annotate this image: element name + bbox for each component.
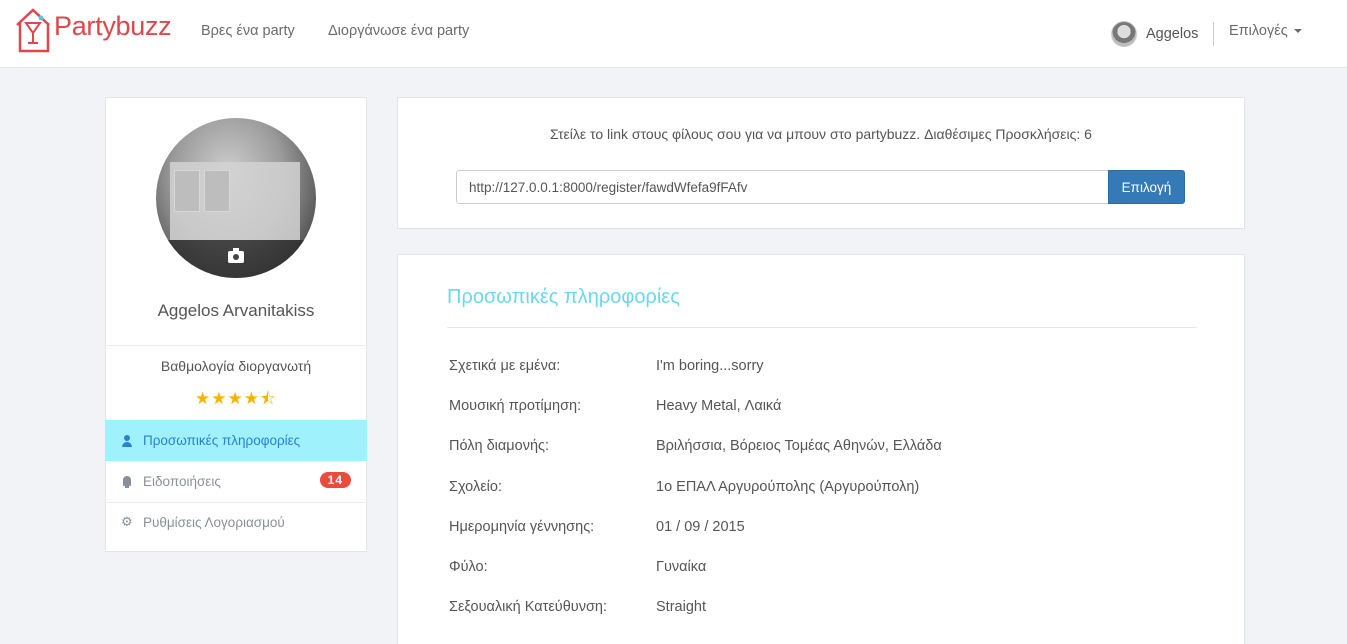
info-value: Βριλήσσια, Βόρειος Τομέας Αθηνών, Ελλάδα <box>656 438 942 454</box>
select-link-button[interactable]: Επιλογή <box>1108 170 1185 204</box>
info-label: Ημερομηνία γέννησης: <box>449 519 595 535</box>
info-row-about: Σχετικά με εμένα: I'm boring...sorry <box>449 358 764 374</box>
rating-stars: ★★★★⯪ <box>194 389 278 409</box>
rating-label: Βαθμολογία διοργανωτή <box>160 358 312 374</box>
nav-find-party-link[interactable]: Βρες ένα party <box>201 23 295 39</box>
info-row-city: Πόλη διαμονής: Βριλήσσια, Βόρειος Τομέας… <box>449 438 942 454</box>
notification-count-badge: 14 <box>319 472 351 488</box>
nav-divider <box>1213 22 1214 46</box>
info-value: 01 / 09 / 2015 <box>656 519 745 535</box>
info-row-orientation: Σεξουαλική Κατεύθυνση: Straight <box>449 599 706 615</box>
info-value: Heavy Metal, Λαικά <box>656 398 782 414</box>
info-row-birthdate: Ημερομηνία γέννησης: 01 / 09 / 2015 <box>449 519 745 535</box>
section-title: Προσωπικές πληροφορίες <box>447 286 680 308</box>
gear-icon: ⚙ <box>121 514 133 530</box>
brand-logo[interactable]: Partybuzz <box>14 5 172 53</box>
nav-user-name: Aggelos <box>1146 26 1199 42</box>
info-value: Γυναίκα <box>656 559 707 575</box>
profile-name: Aggelos Arvanitakiss <box>157 301 315 320</box>
info-value: 1ο ΕΠΑΛ Αργυρούπολης (Αργυρούπολη) <box>656 479 920 495</box>
sidebar-item-label: Ρυθμίσεις Λογοριασμού <box>143 515 285 530</box>
profile-card: Aggelos Arvanitakiss Βαθμολογία διοργανω… <box>105 97 367 552</box>
house-cocktail-icon <box>16 8 50 53</box>
info-value: I'm boring...sorry <box>656 358 764 374</box>
personal-info-card: Προσωπικές πληροφορίες Σχετικά με εμένα:… <box>397 254 1245 644</box>
nav-user-menu[interactable]: Aggelos <box>1111 21 1198 47</box>
info-label: Σεξουαλική Κατεύθυνση: <box>449 599 608 615</box>
photo-detail <box>204 170 230 212</box>
caret-down-icon <box>1293 29 1302 33</box>
invite-card: Στείλε το link στους φίλους σου για να μ… <box>397 97 1245 229</box>
sidebar-item-label: Ειδοποιήσεις <box>143 474 221 489</box>
navbar: Partybuzz Βρες ένα party Διοργάνωσε ένα … <box>0 0 1347 68</box>
photo-panel <box>170 162 300 240</box>
brand-name: Partybuzz <box>54 10 172 41</box>
avatar <box>1111 21 1137 47</box>
options-label: Επιλογές <box>1229 23 1288 39</box>
info-label: Σχετικά με εμένα: <box>449 358 561 374</box>
sidebar-item-notifications[interactable]: Ειδοποιήσεις 14 <box>105 461 367 502</box>
photo-detail <box>174 170 200 212</box>
info-label: Πόλη διαμονής: <box>449 438 550 454</box>
invite-link-input[interactable] <box>456 170 1108 204</box>
sidebar-item-account-settings[interactable]: ⚙ Ρυθμίσεις Λογοριασμού <box>105 502 367 543</box>
info-label: Σχολείο: <box>449 479 503 495</box>
sidebar-item-label: Προσωπικές πληροφορίες <box>143 433 301 448</box>
info-row-music: Μουσική προτίμηση: Heavy Metal, Λαικά <box>449 398 781 414</box>
info-row-school: Σχολείο: 1ο ΕΠΑΛ Αργυρούπολης (Αργυρούπο… <box>449 479 919 495</box>
camera-icon[interactable] <box>228 248 244 263</box>
bell-icon <box>121 475 133 488</box>
divider <box>106 345 366 346</box>
invite-text: Στείλε το link στους φίλους σου για να μ… <box>550 126 1092 142</box>
info-value: Straight <box>656 599 706 615</box>
nav-organize-party-link[interactable]: Διοργάνωσε ένα party <box>328 23 469 39</box>
sidebar-item-personal-info[interactable]: Προσωπικές πληροφορίες <box>105 420 367 461</box>
options-dropdown[interactable]: Επιλογές <box>1229 23 1302 39</box>
user-icon <box>121 434 133 447</box>
info-row-gender: Φύλο: Γυναίκα <box>449 559 706 575</box>
profile-photo[interactable] <box>156 118 316 278</box>
info-label: Φύλο: <box>449 559 488 575</box>
divider <box>447 327 1197 328</box>
info-label: Μουσική προτίμηση: <box>449 398 582 414</box>
